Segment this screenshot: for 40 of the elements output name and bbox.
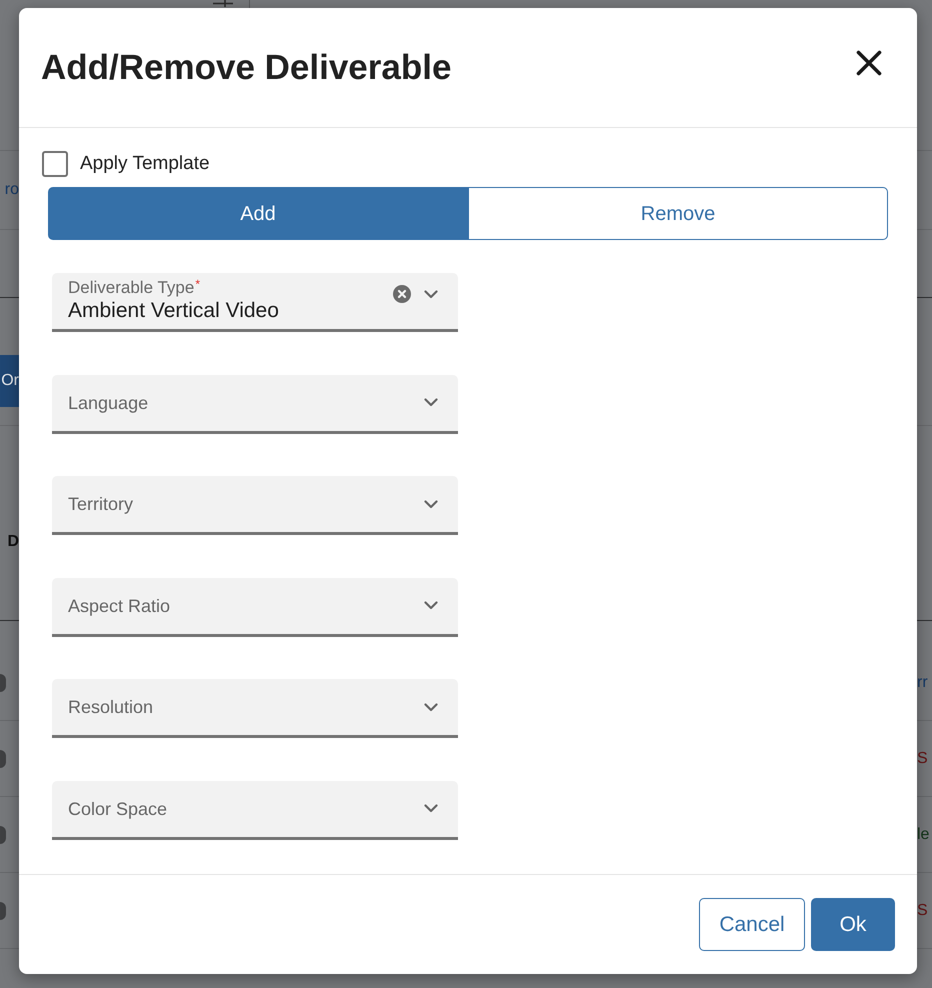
radio-icon[interactable] <box>0 902 6 920</box>
required-mark: * <box>195 278 200 290</box>
radio-icon[interactable] <box>0 750 6 768</box>
select-field[interactable]: Territory <box>52 476 458 535</box>
field-label: Aspect Ratio <box>68 594 170 616</box>
select-field[interactable]: Deliverable Type* Ambient Vertical Video <box>52 273 458 332</box>
field-label: Resolution <box>68 696 154 718</box>
status-text: S <box>917 902 928 918</box>
checkbox[interactable] <box>42 151 68 177</box>
segment-tab[interactable]: Remove <box>468 187 888 240</box>
close-button[interactable] <box>855 48 883 76</box>
field-label: Color Space <box>68 798 168 820</box>
chevron-down-icon <box>424 290 438 298</box>
status-text: le <box>917 826 930 842</box>
segment-tab[interactable]: Add <box>48 187 468 240</box>
dialog-title: Add/Remove Deliverable <box>41 50 452 85</box>
field-label: Deliverable Type <box>68 278 194 298</box>
close-icon <box>856 50 882 76</box>
field-label: Language <box>68 392 148 414</box>
checkbox-label: Apply Template <box>80 152 210 176</box>
field-label: Territory <box>68 493 134 515</box>
select-field[interactable]: Language <box>52 374 458 434</box>
slider-icon[interactable] <box>213 0 233 7</box>
select-field[interactable]: Aspect Ratio <box>52 578 458 636</box>
cancel-button[interactable]: Cancel <box>699 898 805 951</box>
select-field[interactable]: Resolution <box>52 679 458 738</box>
chevron-down-icon <box>424 804 438 813</box>
field-value: Ambient Vertical Video <box>68 298 280 324</box>
chevron-down-icon <box>424 702 438 712</box>
chevron-down-icon <box>424 398 438 407</box>
status-text: S <box>917 750 928 766</box>
radio-icon[interactable] <box>0 674 6 692</box>
backdrop-button[interactable]: Or <box>0 355 19 407</box>
select-field[interactable]: Color Space <box>52 780 458 840</box>
ok-button[interactable]: Ok <box>811 898 895 951</box>
chevron-down-icon <box>424 601 438 610</box>
chevron-down-icon <box>424 500 438 508</box>
clear-icon[interactable] <box>393 285 411 303</box>
heading-text: D <box>7 534 19 550</box>
radio-icon[interactable] <box>0 826 6 844</box>
